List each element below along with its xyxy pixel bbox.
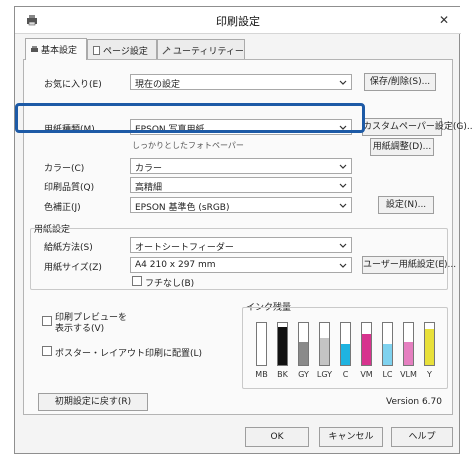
color-mode-select[interactable]: EPSON 基準色 (sRGB) bbox=[130, 197, 352, 213]
favorites-label: お気に入り(E) bbox=[44, 80, 102, 90]
ink-label-c: C bbox=[342, 370, 349, 379]
paper-sub-note: しっかりとしたフォトペーパー bbox=[132, 141, 244, 150]
paper-adjust-button[interactable]: 用紙調整(D)... bbox=[370, 138, 434, 156]
ink-bar-c bbox=[340, 322, 351, 366]
ink-bar-bk bbox=[277, 322, 288, 366]
quality-select[interactable]: 高精細 bbox=[130, 177, 352, 193]
color-select[interactable]: カラー bbox=[130, 158, 352, 174]
reset-defaults-button[interactable]: 初期設定に戻す(R) bbox=[38, 393, 148, 411]
poster-layout-checkbox[interactable] bbox=[42, 346, 52, 356]
printer-icon bbox=[31, 46, 38, 52]
ink-label-gy: GY bbox=[298, 370, 309, 379]
ink-fill-lgy bbox=[320, 337, 329, 365]
paper-size-select[interactable]: A4 210 x 297 mm bbox=[130, 257, 352, 273]
ink-fill-c bbox=[341, 344, 350, 365]
ok-button[interactable]: OK bbox=[245, 427, 309, 447]
chevron-down-icon bbox=[339, 80, 347, 85]
ink-bar-vlm bbox=[403, 322, 414, 366]
custom-paper-button[interactable]: カスタムペーパー設定(G)... bbox=[362, 118, 473, 136]
favorites-select[interactable]: 現在の設定 bbox=[130, 74, 352, 90]
borderless-checkbox[interactable] bbox=[132, 276, 142, 286]
chevron-down-icon bbox=[339, 164, 347, 169]
ink-fill-y bbox=[425, 329, 434, 365]
chevron-down-icon bbox=[339, 263, 347, 268]
ink-bar-lgy bbox=[319, 322, 330, 366]
borderless-label: フチなし(B) bbox=[145, 279, 195, 289]
ink-label-lc: LC bbox=[382, 370, 393, 379]
ink-fill-gy bbox=[299, 341, 308, 365]
print-preview-checkbox[interactable] bbox=[42, 316, 52, 326]
help-button[interactable]: ヘルプ bbox=[391, 427, 453, 447]
cancel-button[interactable]: キャンセル bbox=[319, 427, 383, 447]
ink-bar-y bbox=[424, 322, 435, 366]
window-title: 印刷設定 bbox=[216, 15, 260, 28]
ink-fill-bk bbox=[278, 327, 287, 365]
color-mode-label: 色補正(J) bbox=[44, 203, 81, 213]
ink-fill-lc bbox=[383, 344, 392, 365]
paper-type-highlight bbox=[15, 103, 365, 133]
ink-label-bk: BK bbox=[277, 370, 288, 379]
paper-source-label: 給紙方法(S) bbox=[44, 243, 93, 253]
version-label: Version 6.70 bbox=[386, 397, 442, 407]
chevron-down-icon bbox=[339, 203, 347, 208]
tab-basic[interactable]: 基本設定 bbox=[25, 38, 87, 60]
user-paper-size-button[interactable]: ユーザー用紙設定(E)... bbox=[362, 256, 456, 274]
ink-fill-vm bbox=[362, 333, 371, 365]
quality-label: 印刷品質(Q) bbox=[44, 183, 95, 193]
print-preview-label-2: 表示する(V) bbox=[55, 324, 105, 334]
ink-label-mb: MB bbox=[255, 370, 268, 379]
ink-label-lgy: LGY bbox=[316, 370, 333, 379]
print-settings-window: 印刷設定 ✕ 基本設定 ページ設定 ユーティリティー お気に入り(E) 現在の設… bbox=[14, 6, 473, 454]
paper-size-label: 用紙サイズ(Z) bbox=[44, 263, 102, 273]
poster-layout-label: ポスター・レイアウト印刷に配置(L) bbox=[55, 349, 203, 359]
ink-bar-gy bbox=[298, 322, 309, 366]
page-icon bbox=[93, 46, 100, 55]
paper-source-select[interactable]: オートシートフィーダー bbox=[130, 237, 352, 253]
chevron-down-icon bbox=[339, 183, 347, 188]
title-bar: 印刷設定 ✕ bbox=[15, 7, 461, 34]
ink-label-y: Y bbox=[427, 370, 432, 379]
ink-bar-mb bbox=[256, 322, 267, 366]
ink-bar-lc bbox=[382, 322, 393, 366]
color-label: カラー(C) bbox=[44, 164, 85, 174]
close-button[interactable]: ✕ bbox=[433, 11, 455, 29]
ink-bar-vm bbox=[361, 322, 372, 366]
ink-label-vlm: VLM bbox=[400, 370, 417, 379]
save-delete-button[interactable]: 保存/削除(S)... bbox=[364, 73, 436, 91]
tab-utility[interactable]: ユーティリティー bbox=[157, 39, 245, 59]
ink-label-vm: VM bbox=[360, 370, 373, 379]
close-icon: ✕ bbox=[438, 13, 450, 27]
chevron-down-icon bbox=[339, 243, 347, 248]
tab-page-setup[interactable]: ページ設定 bbox=[87, 39, 157, 59]
color-settings-button[interactable]: 設定(N)... bbox=[378, 196, 434, 214]
tools-icon bbox=[162, 46, 171, 55]
ink-fill-vlm bbox=[404, 341, 413, 365]
